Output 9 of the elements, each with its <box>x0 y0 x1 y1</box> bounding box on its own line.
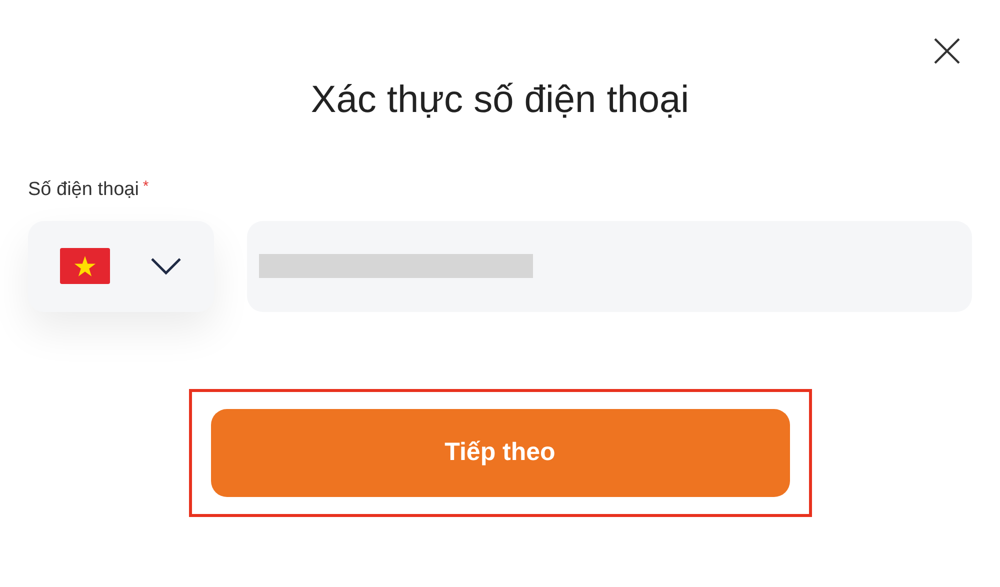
close-icon <box>933 37 961 65</box>
chevron-down-icon <box>150 257 182 275</box>
field-label: Số điện thoại <box>28 178 139 202</box>
phone-input-field[interactable] <box>247 220 972 312</box>
next-button[interactable]: Tiếp theo <box>210 408 790 496</box>
close-button[interactable] <box>932 36 962 66</box>
dialog-title: Xác thực số điện thoại <box>310 78 690 123</box>
flag-icon <box>60 248 110 284</box>
required-mark: * <box>142 177 149 197</box>
